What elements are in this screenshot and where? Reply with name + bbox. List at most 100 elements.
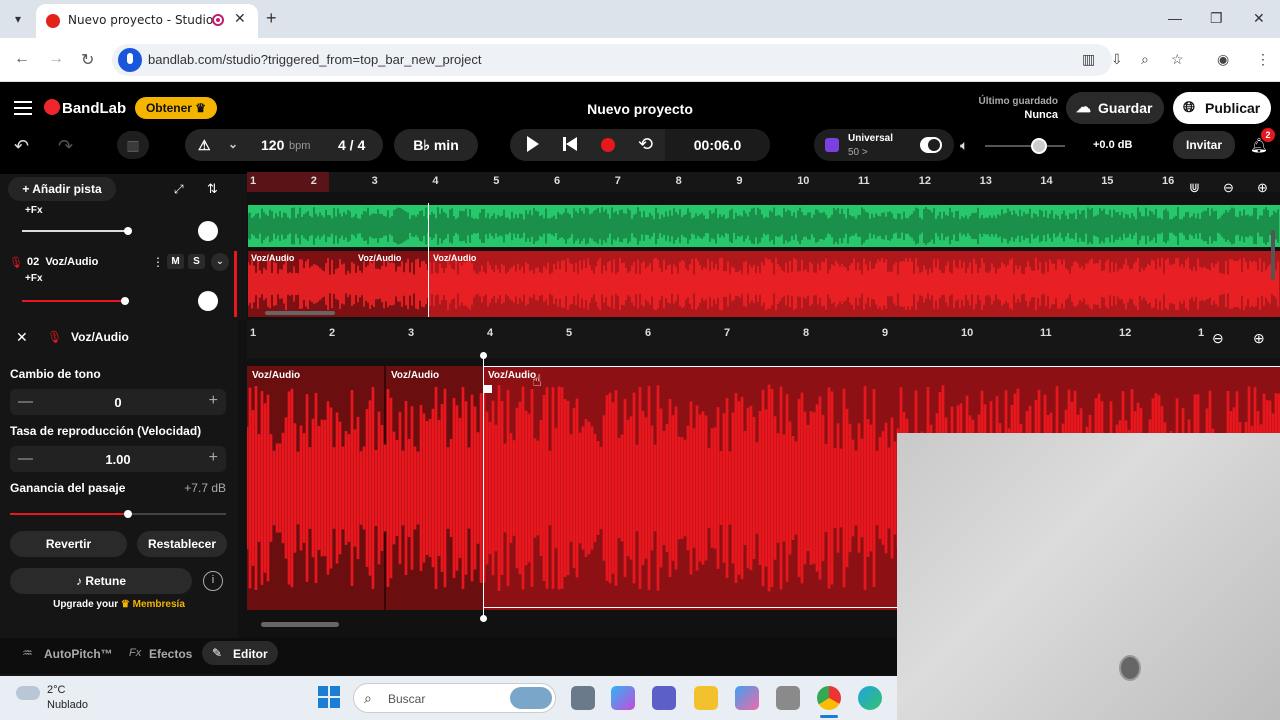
gain-slider-fill[interactable] — [10, 513, 128, 515]
menu-dots-icon[interactable]: ⋮ — [1256, 51, 1270, 68]
url-field[interactable]: bandlab.com/studio?triggered_from=top_ba… — [112, 44, 1112, 76]
undo-icon[interactable]: ↶ — [14, 136, 29, 157]
track1-volume-slider[interactable] — [22, 230, 128, 232]
reset-button[interactable]: Restablecer — [137, 531, 227, 557]
rate-value[interactable]: 1.00 — [10, 452, 226, 467]
track1-volume-knob[interactable] — [124, 227, 132, 235]
volume-knob[interactable] — [1031, 138, 1047, 154]
save-button[interactable]: ☁ Guardar — [1066, 92, 1164, 124]
metronome-icon[interactable]: ⚠︎ — [198, 137, 211, 154]
teams-icon[interactable] — [652, 686, 676, 710]
tab-search-button[interactable]: ▾ — [6, 7, 30, 31]
task-view-icon[interactable] — [571, 686, 595, 710]
weather-desc[interactable]: Nublado — [47, 699, 88, 711]
editor-playhead-top[interactable] — [480, 352, 487, 359]
snap-magnet-icon[interactable]: ⋓ — [1189, 180, 1200, 196]
editor-playhead[interactable] — [483, 355, 484, 619]
pitch-value[interactable]: 0 — [10, 395, 226, 410]
record-icon[interactable] — [601, 138, 615, 152]
playhead[interactable] — [428, 203, 429, 317]
windows-start-icon[interactable] — [318, 686, 340, 708]
track2-mute-button[interactable]: M — [167, 254, 184, 269]
zoom-icon[interactable]: ⌕ — [1141, 51, 1149, 68]
editor-zoom-out-icon[interactable]: ⊖ — [1212, 330, 1224, 347]
weather-temp[interactable]: 2°C — [47, 684, 65, 696]
universal-toggle[interactable] — [920, 137, 942, 153]
timeline-ruler[interactable]: 1 2 3 4 5 6 7 8 9 10 11 12 13 14 15 16 — [247, 172, 1280, 192]
fit-tracks-icon[interactable]: ⇅ — [207, 181, 218, 197]
revert-button[interactable]: Revertir — [10, 531, 127, 557]
install-app-icon[interactable]: ⇩ — [1111, 51, 1123, 68]
track2-volume-slider[interactable] — [22, 300, 126, 302]
invite-button[interactable]: Invitar — [1173, 131, 1235, 159]
reading-mode-icon[interactable]: ▥ — [1082, 51, 1095, 68]
track2-expand-icon[interactable]: ⌄ — [211, 253, 229, 271]
zoom-in-icon[interactable]: ⊕ — [1257, 180, 1268, 196]
recorder-icon[interactable] — [776, 686, 800, 710]
chrome-icon[interactable] — [817, 686, 841, 710]
automation-icon[interactable]: ⤢ — [174, 182, 184, 197]
master-volume-slider[interactable] — [985, 145, 1065, 147]
clip-handle[interactable] — [484, 385, 492, 393]
tracks-v-scrollbar[interactable] — [1271, 230, 1275, 280]
play-icon[interactable] — [527, 136, 539, 152]
close-tab-icon[interactable]: ✕ — [234, 10, 246, 27]
track2-volume-knob[interactable] — [121, 297, 129, 305]
bandlab-logo-text[interactable]: BandLab — [62, 100, 126, 117]
track2-pan-knob[interactable] — [198, 291, 218, 311]
info-icon[interactable]: i — [203, 571, 223, 591]
edge-icon[interactable] — [858, 686, 882, 710]
gain-slider-knob[interactable] — [124, 510, 132, 518]
profile-icon[interactable]: ◉ — [1217, 51, 1229, 68]
project-title[interactable]: Nuevo proyecto — [560, 101, 720, 117]
loop-icon[interactable]: ⟲ — [638, 134, 653, 155]
tempo-value[interactable]: 120 — [261, 137, 284, 153]
track2-name[interactable]: 02 Voz/Audio — [27, 256, 98, 268]
track2-audio-region[interactable]: Voz/Audio Voz/Audio Voz/Audio — [248, 251, 1280, 317]
retune-button[interactable]: ♪ Retune — [10, 568, 192, 594]
taskbar-search[interactable]: ⌕ Buscar — [353, 683, 556, 713]
track2-more-icon[interactable]: ⋮ — [152, 255, 164, 269]
bookmark-star-icon[interactable]: ☆ — [1171, 51, 1184, 68]
pitch-stepper[interactable]: — 0 + — [10, 389, 226, 415]
add-track-button[interactable]: + Añadir pista — [8, 177, 116, 201]
track1-audio-region[interactable] — [248, 205, 1280, 247]
forward-icon[interactable]: → — [48, 50, 64, 68]
volume-icon[interactable]: 🔈︎ — [960, 137, 968, 154]
browser-tab[interactable]: Nuevo proyecto - Studio ✕ — [36, 4, 258, 38]
track1-pan-knob[interactable] — [198, 221, 218, 241]
editor-zoom-in-icon[interactable]: ⊕ — [1253, 330, 1265, 347]
back-icon[interactable]: ← — [14, 50, 30, 68]
file-explorer-icon[interactable] — [694, 686, 718, 710]
gain-slider-rest[interactable] — [128, 513, 226, 515]
copilot-icon[interactable] — [611, 686, 635, 710]
close-window-icon[interactable]: ✕ — [1253, 10, 1265, 27]
time-signature[interactable]: 4 / 4 — [338, 137, 365, 153]
piano-keys-icon[interactable]: ▥ — [117, 131, 149, 159]
get-membership-button[interactable]: Obtener ♛ — [135, 97, 217, 119]
publish-button[interactable]: 🌐︎ Publicar — [1173, 92, 1271, 124]
minimize-icon[interactable]: — — [1168, 10, 1182, 26]
rate-stepper[interactable]: — 1.00 + — [10, 446, 226, 472]
upgrade-text[interactable]: Upgrade your ♛ Membresía — [0, 599, 238, 610]
pitch-plus-icon[interactable]: + — [209, 392, 218, 410]
tab-autopitch[interactable]: AutoPitch™ — [44, 647, 113, 661]
m365-icon[interactable] — [735, 686, 759, 710]
track1-fx-label[interactable]: +Fx — [25, 205, 43, 216]
tab-editor[interactable]: Editor — [233, 647, 268, 661]
membership-link[interactable]: Membresía — [133, 599, 185, 610]
editor-h-scrollbar[interactable] — [261, 622, 339, 627]
restore-icon[interactable]: ❐ — [1210, 10, 1223, 27]
editor-ruler[interactable]: 1 2 3 4 5 6 7 8 9 10 11 12 1 — [247, 320, 1280, 358]
tracks-h-scrollbar[interactable] — [265, 311, 335, 315]
tab-effects[interactable]: Efectos — [149, 647, 192, 661]
metronome-dropdown-icon[interactable]: ⌄ — [228, 137, 238, 151]
microphone-icon[interactable] — [118, 48, 142, 72]
close-editor-icon[interactable]: ✕ — [16, 329, 28, 346]
rate-plus-icon[interactable]: + — [209, 449, 218, 467]
track2-solo-button[interactable]: S — [188, 254, 205, 269]
hamburger-menu-icon[interactable] — [14, 101, 32, 103]
key-value[interactable]: B♭ min — [394, 137, 478, 154]
new-tab-button[interactable]: + — [266, 8, 277, 29]
editor-playhead-bottom[interactable] — [480, 615, 487, 622]
